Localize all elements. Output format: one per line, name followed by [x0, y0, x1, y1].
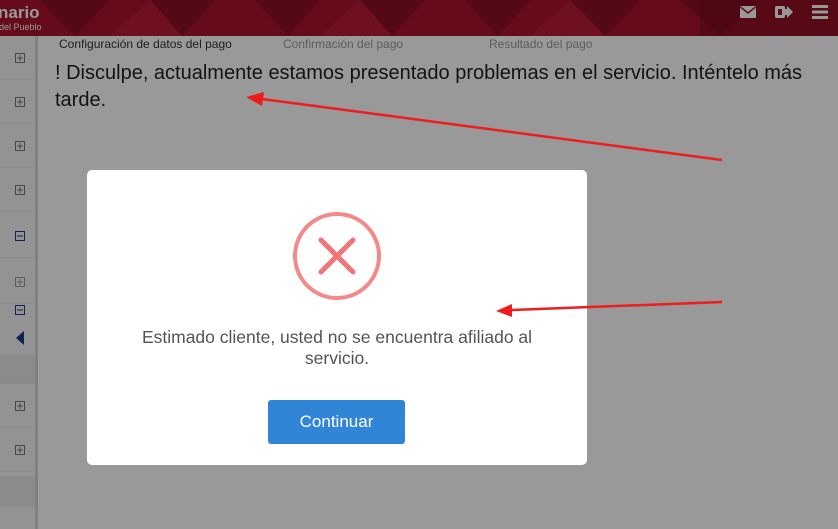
dialog-message: Estimado cliente, usted no se encuentra …: [141, 327, 533, 368]
error-dialog: Estimado cliente, usted no se encuentra …: [87, 170, 587, 465]
continue-button[interactable]: Continuar: [268, 400, 405, 444]
error-x-icon: [293, 212, 381, 300]
